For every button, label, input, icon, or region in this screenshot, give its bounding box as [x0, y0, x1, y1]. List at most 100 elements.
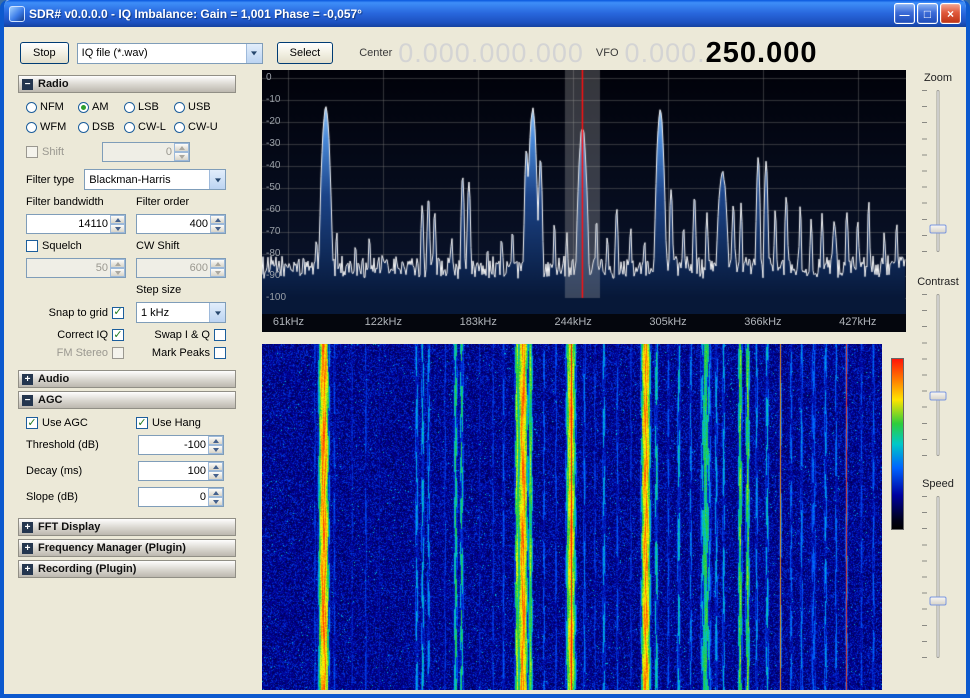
- spin-up-icon[interactable]: [210, 215, 225, 224]
- filter-bandwidth-value[interactable]: 14110: [27, 215, 110, 233]
- step-size-label-row: Step size: [18, 284, 236, 296]
- filter-type-select[interactable]: Blackman-Harris: [84, 169, 226, 190]
- center-frequency-display[interactable]: 0.000.000.000: [398, 38, 584, 69]
- app-icon[interactable]: [9, 5, 25, 22]
- contrast-slider-thumb[interactable]: [929, 391, 947, 401]
- filter-order-label: Filter order: [136, 196, 190, 208]
- spectrum-display[interactable]: [262, 70, 906, 314]
- chevron-down-icon[interactable]: [245, 43, 262, 63]
- slope-value[interactable]: 0: [139, 488, 208, 506]
- zoom-label: Zoom: [923, 72, 953, 84]
- mode-radio-dsb[interactable]: DSB: [78, 121, 124, 133]
- spin-down-icon[interactable]: [208, 497, 223, 506]
- collapse-icon[interactable]: −: [22, 78, 33, 90]
- spin-down-icon[interactable]: [208, 445, 223, 454]
- mode-radio-nfm[interactable]: NFM: [26, 101, 78, 113]
- speed-slider[interactable]: [909, 496, 966, 658]
- expand-icon[interactable]: +: [22, 563, 33, 575]
- close-button[interactable]: ×: [940, 3, 961, 24]
- mark-peaks-toggle[interactable]: Mark Peaks: [136, 347, 234, 359]
- zoom-slider-thumb[interactable]: [929, 224, 947, 234]
- use-hang-toggle[interactable]: ✓ Use Hang: [136, 417, 234, 429]
- collapse-icon[interactable]: −: [22, 394, 33, 406]
- spinner-buttons: [110, 215, 125, 233]
- slope-input[interactable]: 0: [138, 487, 224, 507]
- spinner-buttons: [208, 462, 223, 480]
- panel-header-recording[interactable]: + Recording (Plugin): [18, 560, 236, 578]
- chevron-down-icon[interactable]: [209, 303, 225, 322]
- radio-button-icon: [26, 101, 37, 113]
- speed-slider-thumb[interactable]: [929, 596, 947, 606]
- mode-radio-lsb[interactable]: LSB: [124, 101, 174, 113]
- spin-up-icon[interactable]: [208, 488, 223, 497]
- mode-radio-cw-u[interactable]: CW-U: [174, 121, 224, 133]
- panel-header-audio[interactable]: + Audio: [18, 370, 236, 388]
- source-select[interactable]: IQ file (*.wav): [76, 42, 263, 64]
- mode-radio-usb[interactable]: USB: [174, 101, 224, 113]
- spin-up-icon[interactable]: [110, 215, 125, 224]
- filter-bandwidth-input[interactable]: 14110: [26, 214, 126, 234]
- title-bar[interactable]: SDR# v0.0.0.0 - IQ Imbalance: Gain = 1,0…: [4, 0, 966, 27]
- slider-groove: [936, 496, 940, 658]
- shift-input: 0: [102, 142, 191, 162]
- panel-header-frequency-manager[interactable]: + Frequency Manager (Plugin): [18, 539, 236, 557]
- expand-icon[interactable]: +: [22, 373, 33, 385]
- mode-radio-wfm[interactable]: WFM: [26, 121, 78, 133]
- use-hang-checkbox[interactable]: ✓: [136, 417, 148, 429]
- swap-iq-toggle[interactable]: Swap I & Q: [136, 329, 234, 341]
- snap-to-grid-checkbox[interactable]: ✓: [112, 306, 124, 319]
- zoom-slider[interactable]: [909, 90, 966, 252]
- swap-iq-checkbox[interactable]: [214, 329, 226, 341]
- snap-to-grid-toggle[interactable]: Snap to grid ✓: [26, 306, 132, 319]
- vfo-frequency-display[interactable]: 0.000.250.000: [619, 37, 818, 70]
- spin-down-icon[interactable]: [110, 224, 125, 233]
- mode-radio-am[interactable]: AM: [78, 101, 124, 113]
- mark-peaks-checkbox[interactable]: [214, 347, 226, 359]
- mode-label: AM: [92, 101, 109, 113]
- shift-row: Shift 0: [18, 142, 236, 162]
- decay-input[interactable]: 100: [138, 461, 224, 481]
- center-label: Center: [359, 47, 393, 59]
- expand-icon[interactable]: +: [22, 542, 33, 554]
- toolbar: Stop IQ file (*.wav) Select Center 0.000…: [20, 37, 954, 70]
- mode-radio-cw-l[interactable]: CW-L: [124, 121, 174, 133]
- spin-down-icon: [110, 268, 125, 277]
- fm-stereo-row: FM Stereo Mark Peaks: [18, 347, 236, 359]
- panel-title-audio: Audio: [38, 373, 70, 385]
- slider-ticks: [922, 294, 927, 456]
- step-size-select[interactable]: 1 kHz: [136, 302, 226, 323]
- fm-stereo-toggle: FM Stereo: [26, 347, 132, 359]
- spin-down-icon[interactable]: [210, 224, 225, 233]
- threshold-input[interactable]: -100: [138, 435, 224, 455]
- waterfall-intensity-scale: [891, 358, 904, 530]
- filter-order-value[interactable]: 400: [137, 215, 210, 233]
- threshold-value[interactable]: -100: [139, 436, 208, 454]
- stop-button[interactable]: Stop: [20, 42, 69, 64]
- correct-iq-checkbox[interactable]: ✓: [112, 329, 124, 341]
- minimize-button[interactable]: —: [894, 3, 915, 24]
- panel-header-agc[interactable]: − AGC: [18, 391, 236, 409]
- select-button[interactable]: Select: [276, 42, 334, 64]
- chevron-down-icon[interactable]: [209, 170, 225, 189]
- shift-checkbox[interactable]: [26, 146, 38, 158]
- mode-selector: NFM AM LSB USB WFM DSB CW-L CW-U: [18, 93, 236, 135]
- step-size-label: Step size: [136, 284, 182, 296]
- panel-header-radio[interactable]: − Radio: [18, 75, 236, 93]
- spin-up-icon[interactable]: [208, 436, 223, 445]
- radio-button-icon: [78, 101, 89, 113]
- squelch-toggle[interactable]: Squelch: [26, 240, 132, 252]
- maximize-button[interactable]: □: [917, 3, 938, 24]
- spin-down-icon[interactable]: [208, 471, 223, 480]
- contrast-slider[interactable]: [909, 294, 966, 456]
- spin-up-icon[interactable]: [208, 462, 223, 471]
- mode-label: USB: [188, 101, 211, 113]
- use-agc-toggle[interactable]: ✓ Use AGC: [26, 417, 132, 429]
- decay-value[interactable]: 100: [139, 462, 208, 480]
- filter-order-input[interactable]: 400: [136, 214, 226, 234]
- panel-header-fft-display[interactable]: + FFT Display: [18, 518, 236, 536]
- squelch-checkbox[interactable]: [26, 240, 38, 252]
- expand-icon[interactable]: +: [22, 521, 33, 533]
- correct-iq-toggle[interactable]: Correct IQ ✓: [26, 329, 132, 341]
- waterfall-display[interactable]: [262, 344, 882, 690]
- use-agc-checkbox[interactable]: ✓: [26, 417, 38, 429]
